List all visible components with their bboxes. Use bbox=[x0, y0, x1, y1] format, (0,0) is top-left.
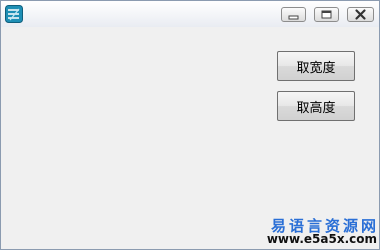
maximize-button[interactable] bbox=[314, 7, 339, 22]
get-height-button[interactable]: 取高度 bbox=[277, 91, 355, 121]
maximize-icon bbox=[321, 10, 332, 19]
close-button[interactable] bbox=[347, 7, 374, 22]
client-area: 取宽度 取高度 易语言资源网 www.e5a5x.com bbox=[1, 27, 379, 249]
app-icon[interactable] bbox=[5, 5, 23, 23]
title-bar[interactable] bbox=[1, 1, 379, 27]
watermark-url: www.e5a5x.com bbox=[266, 232, 377, 246]
app-window: 取宽度 取高度 易语言资源网 www.e5a5x.com bbox=[0, 0, 380, 250]
minimize-icon bbox=[288, 15, 299, 20]
minimize-button[interactable] bbox=[281, 7, 306, 22]
get-width-button[interactable]: 取宽度 bbox=[277, 51, 355, 81]
close-icon bbox=[355, 9, 366, 20]
